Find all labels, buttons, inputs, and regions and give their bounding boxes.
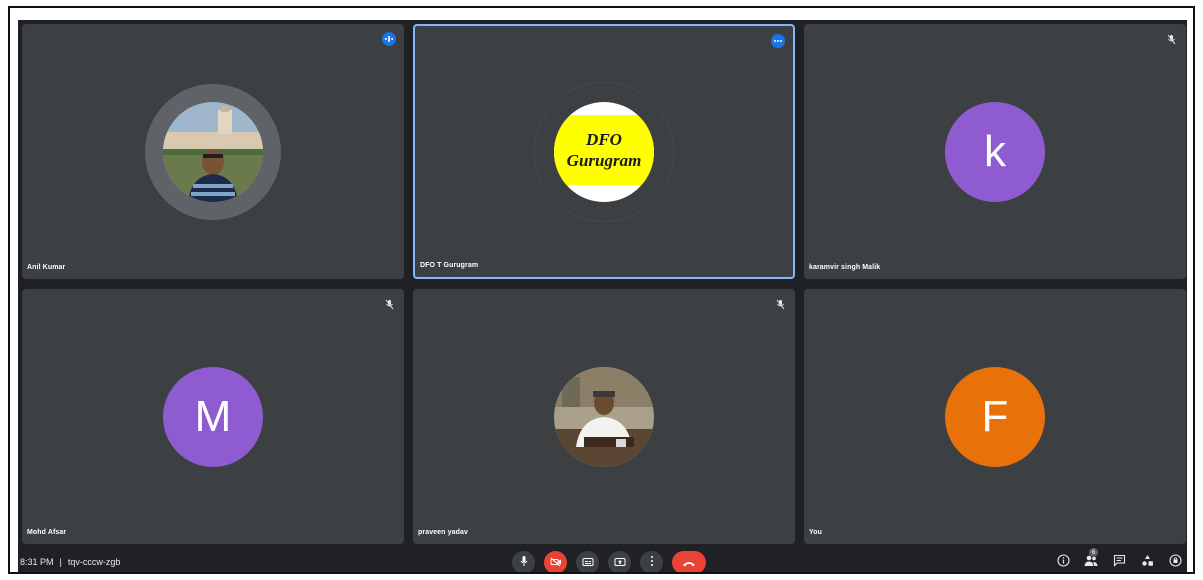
people-button[interactable]: 6 <box>1083 548 1099 571</box>
avatar-letter: k <box>945 101 1045 202</box>
call-controls <box>512 551 706 572</box>
mic-button[interactable] <box>512 551 535 572</box>
participant-name: Mohd Afsar <box>27 529 67 536</box>
participant-name: DFO T Gurugram <box>420 262 479 269</box>
avatar-ring <box>145 83 281 220</box>
participant-name: You <box>809 529 823 536</box>
participant-tile-praveen-yadav[interactable]: praveen yadav <box>413 289 795 544</box>
avatar-letter: F <box>945 366 1045 467</box>
camera-toggle-button[interactable] <box>544 551 567 572</box>
mic-off-icon <box>1164 32 1178 46</box>
activities-icon <box>1141 554 1154 572</box>
info-icon <box>1056 554 1070 572</box>
logo-line-2: Gurugram <box>566 150 642 170</box>
participant-tile-you[interactable]: F You <box>804 289 1186 544</box>
mic-off-icon <box>773 297 787 311</box>
avatar-ring: DFO Gurugram <box>534 81 674 222</box>
logo-line-1: DFO <box>586 129 622 149</box>
leave-call-button[interactable] <box>672 551 706 572</box>
avatar-photo-anil-kumar <box>163 101 263 202</box>
people-count-badge: 6 <box>1089 548 1098 557</box>
captions-icon <box>582 554 594 572</box>
participant-tile-anil-kumar[interactable]: Anil Kumar <box>22 24 404 279</box>
avatar-letter: M <box>163 366 263 467</box>
meeting-code: tqv-cccw-zgb <box>67 557 121 567</box>
separator: | <box>59 557 62 567</box>
participant-tile-mohd-afsar[interactable]: M Mohd Afsar <box>22 289 404 544</box>
participant-name: Anil Kumar <box>27 264 66 271</box>
avatar-photo-praveen-yadav <box>554 366 654 467</box>
activities-button[interactable] <box>1139 555 1155 571</box>
participant-name: praveen yadav <box>418 529 468 536</box>
host-controls-icon <box>1168 554 1182 572</box>
camera-off-icon <box>550 554 562 572</box>
bottom-control-bar: 8:31 PM | tqv-cccw-zgb 6 <box>18 548 1187 572</box>
more-options-icon[interactable] <box>771 34 785 48</box>
mic-icon <box>519 554 529 572</box>
side-panel-toolbar: 6 <box>1055 548 1183 572</box>
host-controls-button[interactable] <box>1167 554 1183 572</box>
chat-icon <box>1113 554 1126 572</box>
screenshot-frame: Anil Kumar DFO Gurugram DFO T Gurugram k… <box>8 6 1195 574</box>
captions-button[interactable] <box>576 551 599 572</box>
participant-name: karamvir singh Malik <box>809 264 881 271</box>
participant-grid: Anil Kumar DFO Gurugram DFO T Gurugram k… <box>22 24 1186 548</box>
more-vert-icon <box>650 554 654 572</box>
dfo-gurugram-logo: DFO Gurugram <box>554 101 654 202</box>
present-icon <box>614 554 626 572</box>
present-button[interactable] <box>608 551 631 572</box>
speaking-icon <box>382 32 396 46</box>
chat-button[interactable] <box>1111 554 1127 572</box>
meeting-details-button[interactable] <box>1055 554 1071 572</box>
participant-tile-dfo-t-gurugram[interactable]: DFO Gurugram DFO T Gurugram <box>413 24 795 279</box>
google-meet-window: Anil Kumar DFO Gurugram DFO T Gurugram k… <box>18 20 1187 572</box>
mic-off-icon <box>382 297 396 311</box>
end-call-icon <box>682 554 696 572</box>
more-options-button[interactable] <box>640 551 663 572</box>
meeting-details: 8:31 PM | tqv-cccw-zgb <box>20 557 120 567</box>
participant-tile-karamvir-singh-malik[interactable]: k karamvir singh Malik <box>804 24 1186 279</box>
meeting-time: 8:31 PM <box>20 557 54 567</box>
